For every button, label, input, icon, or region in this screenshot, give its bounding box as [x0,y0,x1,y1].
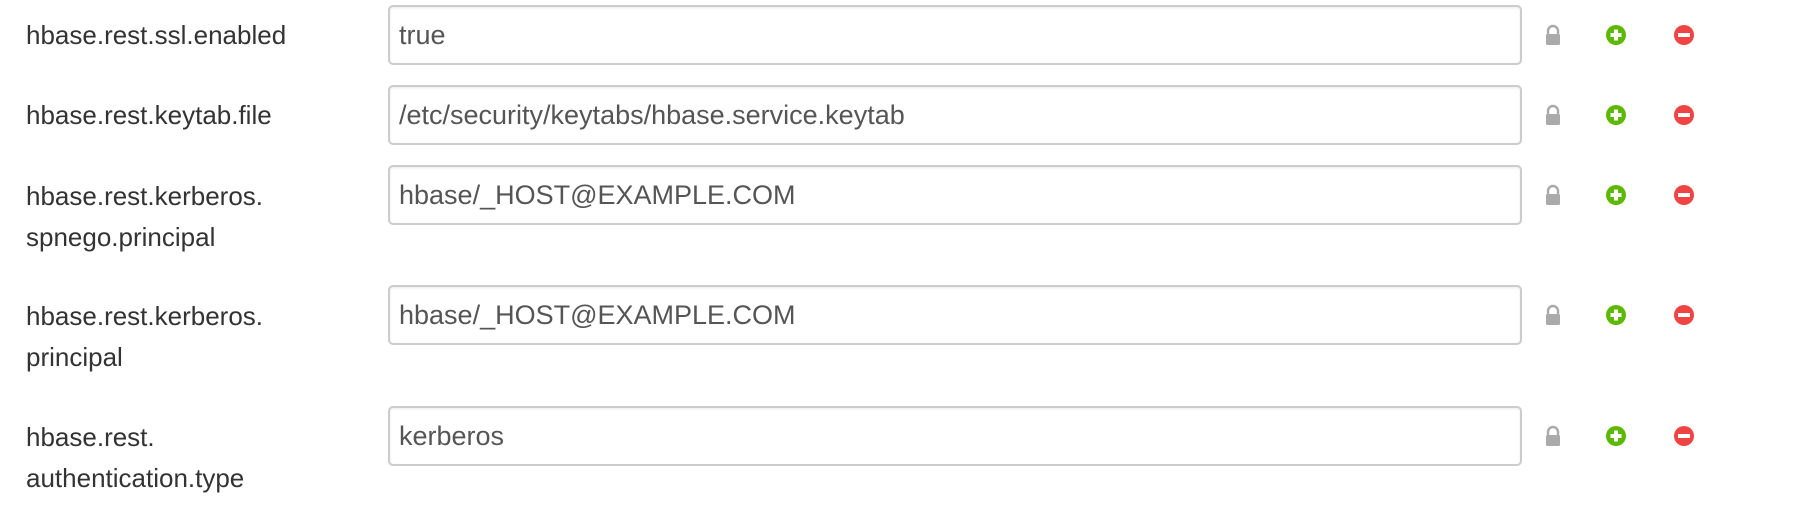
minus-circle-icon[interactable] [1673,304,1695,326]
property-name-line: authentication.type [26,463,245,493]
plus-circle-icon[interactable] [1605,425,1627,447]
property-value-input[interactable] [388,165,1522,225]
property-name-line: hbase.rest.kerberos. [26,301,264,331]
plus-circle-icon[interactable] [1605,104,1627,126]
property-name: hbase.rest.kerberos. spnego.principal [26,176,356,258]
property-name: hbase.rest. authentication.type [26,417,356,499]
minus-circle-icon[interactable] [1673,24,1695,46]
property-name-line: hbase.rest.keytab.file [26,100,272,130]
plus-circle-icon[interactable] [1605,304,1627,326]
property-value-input[interactable] [388,406,1522,466]
property-name: hbase.rest.keytab.file [26,95,356,136]
lock-icon [1546,184,1560,205]
property-name: hbase.rest.kerberos. principal [26,296,356,378]
property-name-line: spnego.principal [26,222,216,252]
minus-circle-icon[interactable] [1673,425,1695,447]
property-name-line: hbase.rest. [26,422,155,452]
plus-circle-icon[interactable] [1605,184,1627,206]
plus-circle-icon[interactable] [1605,24,1627,46]
lock-icon [1546,304,1560,325]
property-name: hbase.rest.ssl.enabled [26,15,356,56]
property-name-line: hbase.rest.kerberos. [26,181,264,211]
property-value-input[interactable] [388,85,1522,145]
lock-icon [1546,425,1560,446]
minus-circle-icon[interactable] [1673,104,1695,126]
property-name-line: principal [26,342,123,372]
property-name-line: hbase.rest.ssl.enabled [26,20,287,50]
lock-icon [1546,24,1560,45]
lock-icon [1546,104,1560,125]
property-value-input[interactable] [388,5,1522,65]
property-value-input[interactable] [388,285,1522,345]
minus-circle-icon[interactable] [1673,184,1695,206]
